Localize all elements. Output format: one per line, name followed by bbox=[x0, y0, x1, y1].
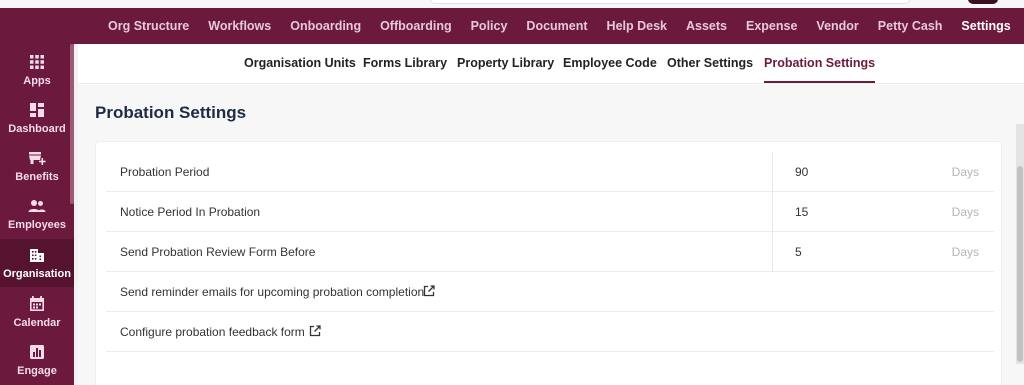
setting-label: Send Probation Review Form Before bbox=[120, 245, 316, 259]
top-nav-petty-cash[interactable]: Petty Cash bbox=[878, 19, 943, 33]
setting-row-review-form-before: Send Probation Review Form Before 5 Days bbox=[106, 232, 994, 272]
scrollbar-thumb[interactable] bbox=[1017, 166, 1023, 362]
browser-top-strip bbox=[0, 0, 1024, 8]
tab-property-library[interactable]: Property Library bbox=[457, 56, 554, 70]
settings-sub-tabs: Organisation Units Forms Library Propert… bbox=[78, 44, 1024, 84]
sidebar-item-label: Benefits bbox=[15, 171, 59, 183]
sidebar: Apps Dashboard Benefits Employees Organi… bbox=[0, 44, 74, 385]
page-scrollbar[interactable] bbox=[1016, 124, 1024, 364]
setting-row-reminder-emails[interactable]: Send reminder emails for upcoming probat… bbox=[106, 272, 994, 312]
sidebar-item-organisation[interactable]: Organisation bbox=[0, 239, 74, 287]
reminder-emails-link[interactable]: Send reminder emails for upcoming probat… bbox=[120, 285, 424, 299]
probation-settings-card: Probation Period 90 Days Notice Period I… bbox=[95, 141, 1002, 385]
sidebar-item-label: Organisation bbox=[3, 268, 71, 280]
probation-period-value[interactable]: 90 bbox=[795, 165, 808, 179]
column-divider bbox=[772, 192, 773, 232]
unit-label: Days bbox=[951, 165, 979, 179]
benefits-icon bbox=[29, 152, 46, 165]
tab-probation-settings[interactable]: Probation Settings bbox=[764, 56, 876, 83]
top-nav-policy[interactable]: Policy bbox=[471, 19, 508, 33]
feedback-form-link[interactable]: Configure probation feedback form bbox=[120, 325, 305, 339]
sidebar-item-calendar[interactable]: Calendar bbox=[0, 288, 74, 336]
setting-label: Probation Period bbox=[120, 165, 210, 179]
calendar-icon bbox=[30, 296, 44, 311]
setting-row-feedback-form[interactable]: Configure probation feedback form bbox=[106, 312, 994, 352]
sidebar-item-label: Apps bbox=[23, 75, 51, 87]
top-nav-workflows[interactable]: Workflows bbox=[208, 19, 271, 33]
top-nav-vendor[interactable]: Vendor bbox=[816, 19, 858, 33]
external-link-icon[interactable] bbox=[422, 284, 436, 298]
top-nav-offboarding[interactable]: Offboarding bbox=[380, 19, 452, 33]
sidebar-item-label: Dashboard bbox=[8, 123, 66, 135]
content-area: Probation Settings Probation Period 90 D… bbox=[78, 85, 1024, 385]
tab-organisation-units[interactable]: Organisation Units bbox=[244, 56, 356, 70]
unit-label: Days bbox=[951, 205, 979, 219]
top-nav-document[interactable]: Document bbox=[526, 19, 587, 33]
sidebar-item-label: Engage bbox=[17, 365, 57, 377]
apps-grid-icon bbox=[30, 55, 44, 69]
sidebar-item-benefits[interactable]: Benefits bbox=[0, 142, 74, 190]
top-nav-org-structure[interactable]: Org Structure bbox=[108, 19, 189, 33]
address-bar[interactable] bbox=[430, 0, 910, 4]
engage-icon bbox=[30, 345, 44, 359]
review-form-before-value[interactable]: 5 bbox=[795, 245, 802, 259]
notice-period-value[interactable]: 15 bbox=[795, 205, 808, 219]
main-panel: Organisation Units Forms Library Propert… bbox=[78, 44, 1024, 385]
tab-forms-library[interactable]: Forms Library bbox=[363, 56, 447, 70]
organisation-icon bbox=[30, 249, 44, 262]
page-title: Probation Settings bbox=[95, 103, 247, 122]
top-nav-bar: Org Structure Workflows Onboarding Offbo… bbox=[0, 8, 1024, 44]
unit-label: Days bbox=[951, 245, 979, 259]
dashboard-icon bbox=[30, 103, 44, 117]
sidebar-item-label: Calendar bbox=[13, 317, 61, 329]
tab-employee-code[interactable]: Employee Code bbox=[563, 56, 657, 70]
top-nav-expense[interactable]: Expense bbox=[746, 19, 797, 33]
tab-other-settings[interactable]: Other Settings bbox=[667, 56, 753, 70]
sidebar-item-label: Employees bbox=[7, 219, 67, 231]
column-divider bbox=[772, 152, 773, 192]
setting-label: Notice Period In Probation bbox=[120, 205, 261, 219]
external-link-icon[interactable] bbox=[308, 324, 322, 338]
top-nav-assets[interactable]: Assets bbox=[686, 19, 727, 33]
sidebar-item-employees[interactable]: Employees bbox=[0, 190, 74, 238]
employees-icon bbox=[28, 200, 46, 212]
setting-row-notice-period: Notice Period In Probation 15 Days bbox=[106, 192, 994, 232]
column-divider bbox=[772, 232, 773, 272]
sidebar-item-dashboard[interactable]: Dashboard bbox=[0, 94, 74, 142]
setting-row-probation-period: Probation Period 90 Days bbox=[106, 152, 994, 192]
top-nav-onboarding[interactable]: Onboarding bbox=[290, 19, 361, 33]
top-nav-help-desk[interactable]: Help Desk bbox=[607, 19, 667, 33]
sidebar-item-apps[interactable]: Apps bbox=[0, 46, 74, 94]
top-nav-settings[interactable]: Settings bbox=[961, 19, 1010, 33]
profile-chip[interactable] bbox=[968, 0, 998, 4]
sidebar-item-engage[interactable]: Engage bbox=[0, 336, 74, 384]
